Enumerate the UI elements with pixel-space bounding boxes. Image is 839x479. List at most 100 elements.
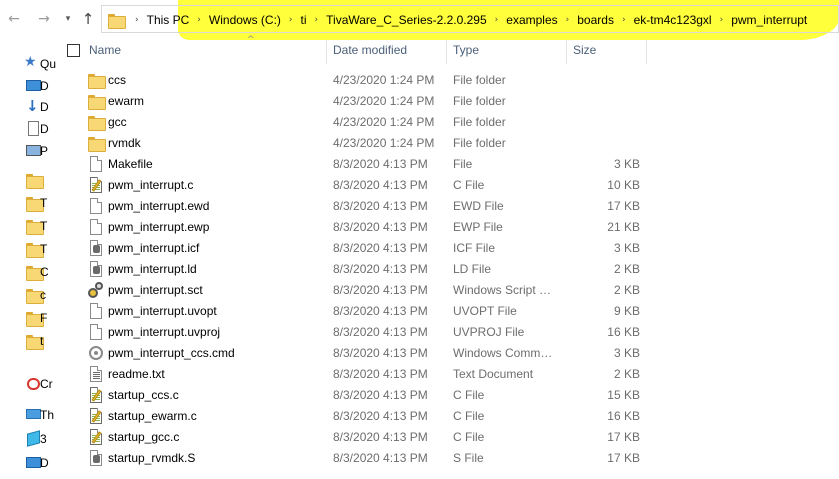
column-type[interactable]: Type: [453, 43, 479, 57]
nav-item-label: Cr: [40, 377, 53, 391]
column-header: ^ Name Date modified Type Size: [56, 35, 839, 66]
breadcrumb-item[interactable]: This PC: [144, 13, 193, 27]
file-name[interactable]: rvmdk: [108, 136, 141, 150]
forward-arrow-icon[interactable]: →: [36, 11, 52, 27]
nav-item[interactable]: Cr: [0, 375, 56, 393]
nav-item[interactable]: 3: [0, 430, 56, 448]
breadcrumb-separator-icon[interactable]: ›: [192, 15, 206, 25]
file-row[interactable]: ewarm 4/23/2020 1:24 PM File folder: [56, 90, 839, 111]
nav-item-label: Qu: [40, 57, 56, 71]
file-name[interactable]: pwm_interrupt.c: [108, 178, 193, 192]
file-date-modified: 8/3/2020 4:13 PM: [333, 388, 428, 402]
file-row[interactable]: ccs 4/23/2020 1:24 PM File folder: [56, 69, 839, 90]
file-name[interactable]: startup_gcc.c: [108, 430, 179, 444]
nav-item[interactable]: t: [0, 332, 56, 350]
nav-item[interactable]: Th: [0, 406, 56, 424]
breadcrumb[interactable]: › This PC › Windows (C:) › ti › TivaWare_C_Seri…: [101, 5, 839, 33]
file-type: File: [453, 157, 473, 171]
file-name[interactable]: pwm_interrupt.ld: [108, 262, 197, 276]
file-row[interactable]: gcc 4/23/2020 1:24 PM File folder: [56, 111, 839, 132]
recent-locations-chevron-icon[interactable]: ▾: [60, 11, 76, 27]
file-row[interactable]: startup_ccs.c 8/3/2020 4:13 PM C File 15 KB: [56, 384, 839, 405]
column-divider[interactable]: [566, 40, 567, 64]
file-name[interactable]: pwm_interrupt_ccs.cmd: [108, 346, 235, 360]
column-name[interactable]: Name: [89, 43, 121, 57]
nav-item[interactable]: D: [0, 77, 56, 95]
nav-item[interactable]: P: [0, 142, 56, 160]
file-name[interactable]: gcc: [108, 115, 127, 129]
sort-up-chevron-icon: ^: [247, 35, 255, 45]
nav-item[interactable]: ↓ D: [0, 97, 56, 116]
nav-item[interactable]: [0, 171, 56, 189]
breadcrumb-separator-icon[interactable]: ›: [715, 15, 729, 25]
file-row[interactable]: pwm_interrupt.ld 8/3/2020 4:13 PM LD File 2…: [56, 258, 839, 279]
file-row[interactable]: pwm_interrupt.uvproj 8/3/2020 4:13 PM UVPR…: [56, 321, 839, 342]
nav-item[interactable]: D: [0, 120, 56, 138]
nav-item[interactable]: C: [0, 263, 56, 281]
nav-item[interactable]: T: [0, 240, 56, 258]
breadcrumb-item[interactable]: TivaWare_C_Series-2.2.0.295: [323, 13, 490, 27]
nav-item[interactable]: ★ Qu: [0, 54, 56, 73]
nav-item-label: P: [40, 144, 49, 158]
file-row[interactable]: pwm_interrupt.ewd 8/3/2020 4:13 PM EWD Fil…: [56, 195, 839, 216]
file-date-modified: 8/3/2020 4:13 PM: [333, 325, 428, 339]
file-name[interactable]: pwm_interrupt.uvproj: [108, 325, 220, 339]
breadcrumb-separator-icon[interactable]: ›: [617, 15, 631, 25]
column-date-modified[interactable]: Date modified: [333, 43, 407, 57]
file-row[interactable]: rvmdk 4/23/2020 1:24 PM File folder: [56, 132, 839, 153]
file-row[interactable]: startup_ewarm.c 8/3/2020 4:13 PM C File 16 …: [56, 405, 839, 426]
file-name[interactable]: pwm_interrupt.sct: [108, 283, 203, 297]
folder-icon: [88, 93, 106, 110]
file-date-modified: 8/3/2020 4:13 PM: [333, 178, 428, 192]
breadcrumb-item[interactable]: Windows (C:): [206, 13, 284, 27]
nav-item[interactable]: T: [0, 194, 56, 212]
file-date-modified: 8/3/2020 4:13 PM: [333, 199, 428, 213]
file-name[interactable]: startup_rvmdk.S: [108, 451, 195, 465]
file-date-modified: 4/23/2020 1:24 PM: [333, 136, 435, 150]
file-name[interactable]: readme.txt: [108, 367, 165, 381]
file-name[interactable]: ccs: [108, 73, 126, 87]
column-divider[interactable]: [326, 40, 327, 64]
breadcrumb-separator-icon[interactable]: ›: [561, 15, 575, 25]
file-name[interactable]: pwm_interrupt.ewp: [108, 220, 209, 234]
file-date-modified: 8/3/2020 4:13 PM: [333, 430, 428, 444]
file-name[interactable]: pwm_interrupt.ewd: [108, 199, 209, 213]
file-name[interactable]: pwm_interrupt.uvopt: [108, 304, 217, 318]
file-name[interactable]: startup_ccs.c: [108, 388, 179, 402]
breadcrumb-separator-icon[interactable]: ›: [284, 15, 298, 25]
breadcrumb-separator-icon[interactable]: ›: [310, 15, 324, 25]
breadcrumb-item[interactable]: examples: [503, 13, 560, 27]
file-name[interactable]: startup_ewarm.c: [108, 409, 197, 423]
breadcrumb-separator-icon[interactable]: ›: [490, 15, 504, 25]
back-arrow-icon[interactable]: ←: [6, 11, 22, 27]
column-divider[interactable]: [646, 40, 647, 64]
c-file-icon: [88, 408, 104, 424]
file-row[interactable]: pwm_interrupt.icf 8/3/2020 4:13 PM ICF Fil…: [56, 237, 839, 258]
file-row[interactable]: pwm_interrupt.sct 8/3/2020 4:13 PM Windows…: [56, 279, 839, 300]
file-row[interactable]: startup_rvmdk.S 8/3/2020 4:13 PM S File 17 …: [56, 447, 839, 468]
file-row[interactable]: pwm_interrupt.ewp 8/3/2020 4:13 PM EWP Fil…: [56, 216, 839, 237]
nav-item[interactable]: F: [0, 309, 56, 327]
file-row[interactable]: pwm_interrupt_ccs.cmd 8/3/2020 4:13 PM Win…: [56, 342, 839, 363]
breadcrumb-item[interactable]: boards: [574, 13, 617, 27]
file-type: UVOPT File: [453, 304, 517, 318]
file-row[interactable]: readme.txt 8/3/2020 4:13 PM Text Document 2…: [56, 363, 839, 384]
file-name[interactable]: Makefile: [108, 157, 153, 171]
file-row[interactable]: pwm_interrupt.c 8/3/2020 4:13 PM C File 10 …: [56, 174, 839, 195]
nav-item[interactable]: T: [0, 217, 56, 235]
nav-item[interactable]: c: [0, 286, 56, 304]
breadcrumb-item[interactable]: ek-tm4c123gxl: [631, 13, 715, 27]
file-row[interactable]: Makefile 8/3/2020 4:13 PM File 3 KB: [56, 153, 839, 174]
breadcrumb-separator-icon[interactable]: ›: [130, 15, 144, 25]
up-arrow-icon[interactable]: ↑: [80, 11, 96, 27]
file-name[interactable]: ewarm: [108, 94, 144, 108]
breadcrumb-item[interactable]: pwm_interrupt: [728, 13, 810, 27]
column-divider[interactable]: [446, 40, 447, 64]
select-all-checkbox[interactable]: [67, 44, 80, 57]
nav-item[interactable]: D: [0, 454, 56, 472]
column-size[interactable]: Size: [573, 43, 596, 57]
breadcrumb-item[interactable]: ti: [298, 13, 310, 27]
file-row[interactable]: startup_gcc.c 8/3/2020 4:13 PM C File 17 KB: [56, 426, 839, 447]
file-row[interactable]: pwm_interrupt.uvopt 8/3/2020 4:13 PM UVOPT…: [56, 300, 839, 321]
file-name[interactable]: pwm_interrupt.icf: [108, 241, 199, 255]
